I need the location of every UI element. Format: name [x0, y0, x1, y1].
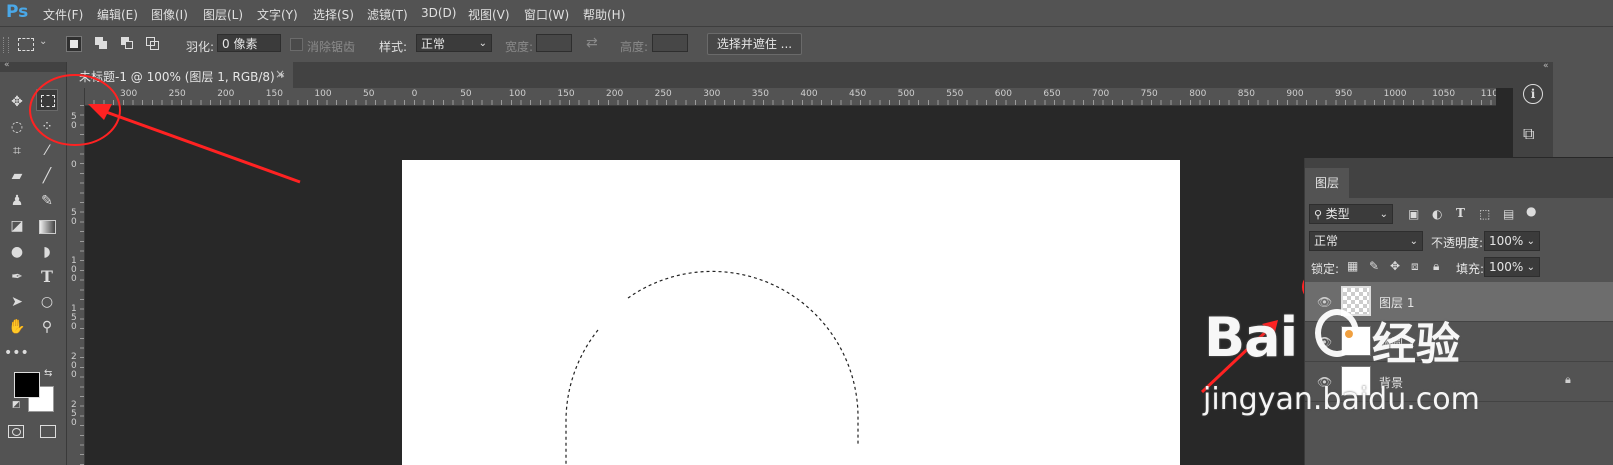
filter-chevron-down-icon: ⌄ [1379, 209, 1388, 220]
selection-marquee [627, 270, 859, 445]
blend-mode-select[interactable]: 正常 ⌄ [1309, 231, 1423, 251]
watermark-brand: Bai [1204, 306, 1298, 369]
fill-input[interactable]: 100% ⌄ [1484, 257, 1540, 277]
lock-pixels-icon[interactable]: ✎ [1369, 259, 1379, 273]
filter-toggle-icon[interactable]: ● [1526, 204, 1536, 218]
opacity-chevron-down-icon: ⌄ [1526, 236, 1535, 247]
lock-all-icon[interactable]: 🔒︎ [1433, 259, 1439, 274]
watermark-paw-icon [1315, 309, 1359, 357]
fill-label: 填充: [1456, 262, 1485, 276]
layers-panel-header [1305, 158, 1613, 168]
collapsed-panel-strip [1553, 62, 1613, 157]
properties-panel-icon[interactable]: ⧉ [1523, 124, 1534, 144]
filter-pixel-icon[interactable]: ▣ [1408, 207, 1419, 221]
lock-artboard-icon[interactable]: ⧈ [1411, 259, 1419, 274]
opacity-label: 不透明度: [1431, 236, 1484, 250]
filter-type-icon[interactable]: T [1456, 206, 1465, 220]
filter-adjustment-icon[interactable]: ◐ [1432, 207, 1442, 221]
opacity-value: 100% [1489, 234, 1524, 248]
layer-filter-value: 类型 [1325, 207, 1350, 221]
foreground-color-swatch[interactable] [14, 372, 40, 398]
watermark-url: jingyan.baidu.com [1203, 382, 1480, 417]
filter-shape-icon[interactable]: ⬚ [1479, 207, 1490, 221]
layer-lock-icon: 🔒︎ [1565, 373, 1571, 386]
filter-smart-object-icon[interactable]: ▤ [1503, 207, 1514, 221]
blend-chevron-down-icon: ⌄ [1409, 236, 1418, 247]
layers-panel-tabbar [1305, 168, 1613, 198]
lock-label: 锁定: [1311, 262, 1340, 276]
selection-marquee-left [565, 329, 599, 465]
opacity-input[interactable]: 100% ⌄ [1484, 231, 1540, 251]
fill-value: 100% [1489, 260, 1524, 274]
tab-layers[interactable]: 图层 [1305, 168, 1349, 198]
fill-chevron-down-icon: ⌄ [1526, 262, 1535, 273]
expand-panels-icon[interactable]: « [1543, 61, 1549, 71]
info-panel-icon[interactable]: i [1523, 84, 1543, 104]
lock-transparency-icon[interactable]: ▦ [1347, 259, 1358, 273]
filter-search-icon: ⚲ [1314, 208, 1326, 221]
annotation-arrow-tool [94, 106, 301, 184]
layer-filter-select[interactable]: ⚲ 类型 ⌄ [1309, 204, 1393, 224]
visibility-eye-icon[interactable]: 👁︎ [1317, 295, 1332, 309]
lock-position-icon[interactable]: ✥ [1390, 259, 1400, 273]
collapsed-panel-icons: « i ⧉ [1513, 61, 1553, 157]
blend-mode-value: 正常 [1314, 234, 1339, 248]
watermark-brand-cn: 经验 [1372, 319, 1460, 370]
